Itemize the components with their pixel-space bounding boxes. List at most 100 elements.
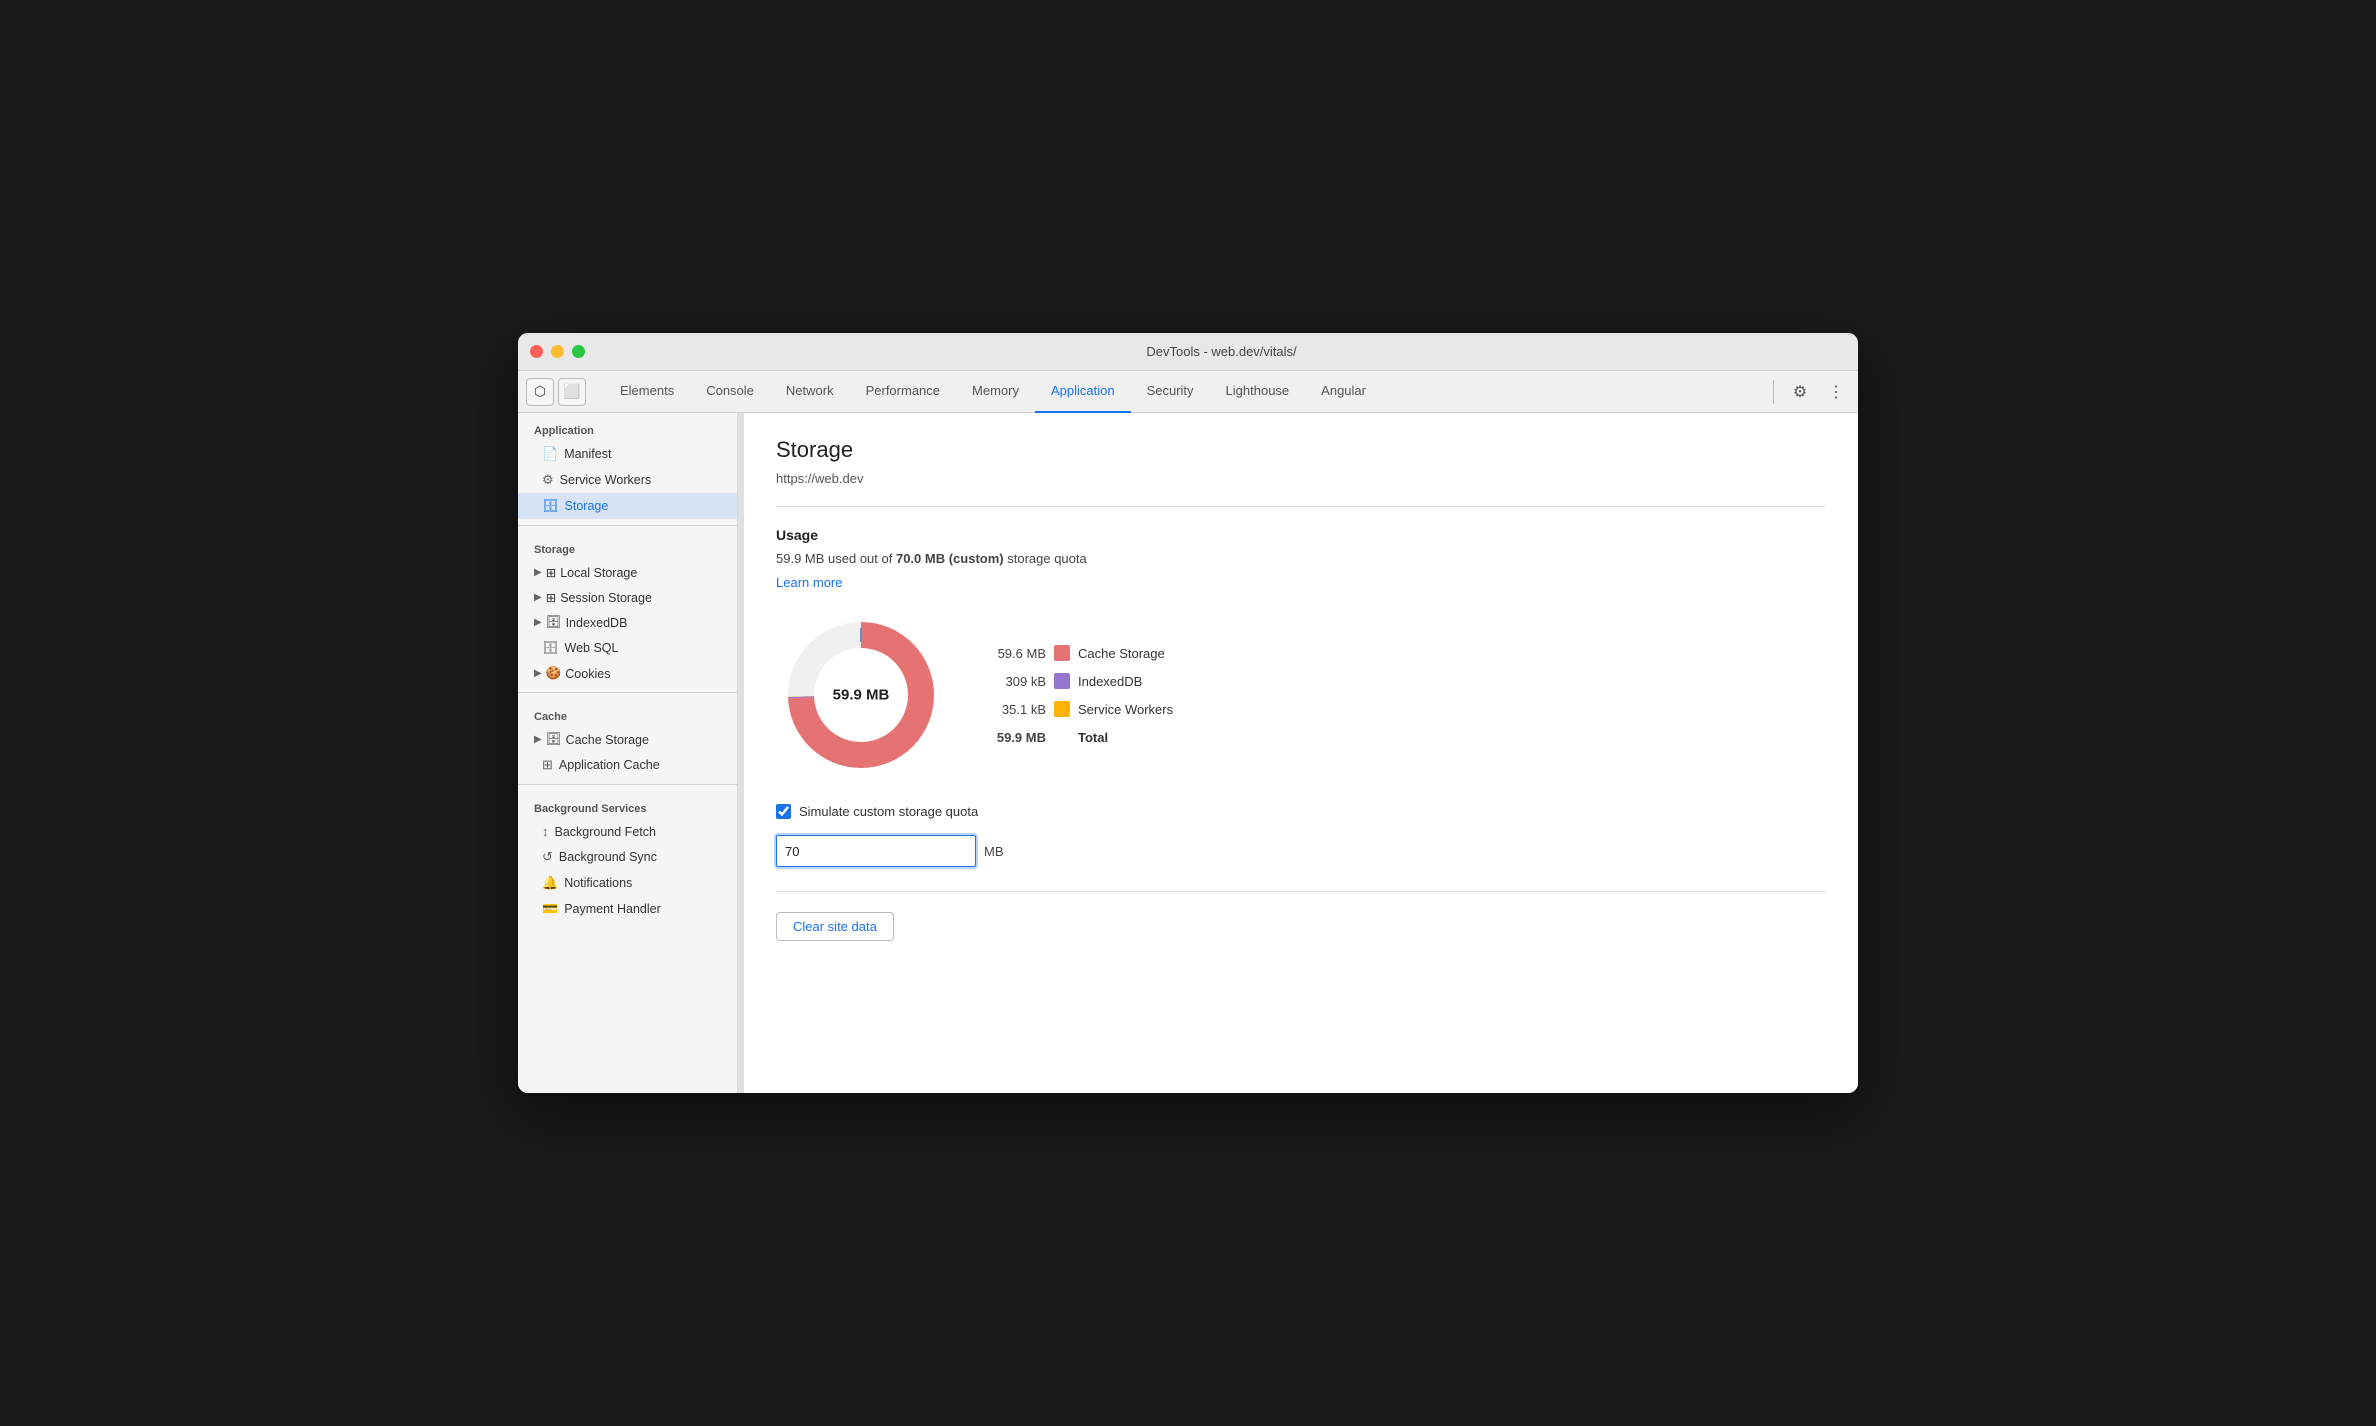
sidebar-divider-1 [518,525,737,526]
sidebar-item-web-sql[interactable]: 🗄 Web SQL [518,635,737,661]
expand-arrow-icon: ▶ [534,617,542,628]
inspect-icon[interactable]: ⬜ [558,378,586,406]
section-divider-1 [776,506,1826,507]
tab-elements[interactable]: Elements [604,371,690,413]
sidebar-item-manifest[interactable]: 📄 Manifest [518,441,737,467]
sidebar-item-session-storage[interactable]: ▶ ⊞ Session Storage [518,585,737,610]
toolbar-icons: ⬡ ⬜ [526,378,586,406]
cursor-icon[interactable]: ⬡ [526,378,554,406]
service-workers-icon: ⚙ [542,472,554,488]
sidebar-item-bg-sync[interactable]: ↺ Background Sync [518,844,737,870]
sidebar-item-indexeddb[interactable]: ▶ 🗄 IndexedDB [518,610,737,635]
sidebar-item-label: Background Fetch [555,825,656,839]
usage-text-before: 59.9 MB used out of [776,551,896,566]
learn-more-link[interactable]: Learn more [776,575,842,590]
sidebar-item-label: Web SQL [565,641,619,655]
usage-text-after: storage quota [1004,551,1087,566]
cache-storage-icon: 🗄 [546,732,562,747]
tab-memory[interactable]: Memory [956,371,1035,413]
sidebar-item-cache-storage[interactable]: ▶ 🗄 Cache Storage [518,727,737,752]
legend-sw-value: 35.1 kB [986,702,1046,717]
sidebar-section-application: Application [518,413,737,441]
usage-text: 59.9 MB used out of 70.0 MB (custom) sto… [776,551,1826,566]
legend-total-value: 59.9 MB [986,730,1046,745]
maximize-button[interactable] [572,345,585,358]
simulate-quota-checkbox[interactable] [776,804,791,819]
tab-performance[interactable]: Performance [850,371,956,413]
donut-label: 59.9 MB [833,687,890,704]
sidebar-item-label: Payment Handler [564,902,661,916]
toolbar-divider [1773,380,1774,404]
cookies-icon: 🍪 [546,666,562,681]
expand-arrow-icon: ▶ [534,668,542,679]
sidebar-section-bg-services: Background Services [518,791,737,819]
legend-item-sw: 35.1 kB Service Workers [986,701,1173,717]
sidebar-item-label: Notifications [564,876,632,890]
sidebar-item-label: IndexedDB [566,616,628,630]
sidebar-item-label: Local Storage [560,566,637,580]
app-cache-icon: ⊞ [542,757,553,773]
local-storage-icon: ⊞ [546,565,556,580]
donut-chart: 59.9 MB [776,610,946,780]
legend-indexeddb-value: 309 kB [986,674,1046,689]
expand-arrow-icon: ▶ [534,734,542,745]
sidebar-item-label: Session Storage [560,591,652,605]
expand-arrow-icon: ▶ [534,567,542,578]
legend-cache-name: Cache Storage [1078,646,1165,661]
section-divider-2 [776,891,1826,892]
quota-input-area: MB [776,835,1826,867]
quota-unit: MB [984,844,1004,859]
tab-lighthouse[interactable]: Lighthouse [1210,371,1306,413]
storage-icon: 🗄 [542,498,559,514]
sidebar: Application 📄 Manifest ⚙ Service Workers… [518,413,738,1093]
more-icon[interactable]: ⋮ [1822,378,1850,406]
bg-sync-icon: ↺ [542,849,553,865]
sidebar-section-cache: Cache [518,699,737,727]
payment-handler-icon: 💳 [542,901,558,917]
sidebar-item-storage[interactable]: 🗄 Storage [518,493,737,519]
legend-item-total: 59.9 MB Total [986,729,1173,745]
sidebar-item-bg-fetch[interactable]: ↕ Background Fetch [518,819,737,844]
chart-area: 59.9 MB 59.6 MB Cache Storage 309 kB Ind… [776,610,1826,780]
legend-cache-value: 59.6 MB [986,646,1046,661]
sidebar-item-payment-handler[interactable]: 💳 Payment Handler [518,896,737,922]
simulate-quota-label[interactable]: Simulate custom storage quota [799,804,978,819]
toolbar-right: ⚙ ⋮ [1769,378,1850,406]
legend-item-cache: 59.6 MB Cache Storage [986,645,1173,661]
settings-icon[interactable]: ⚙ [1786,378,1814,406]
sidebar-item-label: Cache Storage [566,733,649,747]
legend-item-indexeddb: 309 kB IndexedDB [986,673,1173,689]
close-button[interactable] [530,345,543,358]
traffic-lights [530,345,585,358]
usage-bold: 70.0 MB (custom) [896,551,1004,566]
tab-security[interactable]: Security [1131,371,1210,413]
legend-indexeddb-color [1054,673,1070,689]
tab-network[interactable]: Network [770,371,850,413]
chart-legend: 59.6 MB Cache Storage 309 kB IndexedDB 3… [986,645,1173,745]
tab-application[interactable]: Application [1035,371,1131,413]
sidebar-item-service-workers[interactable]: ⚙ Service Workers [518,467,737,493]
legend-total-spacer [1054,729,1070,745]
sidebar-item-label: Background Sync [559,850,657,864]
tab-angular[interactable]: Angular [1305,371,1382,413]
page-title: Storage [776,437,1826,463]
tab-bar: Elements Console Network Performance Mem… [604,371,1767,413]
legend-cache-color [1054,645,1070,661]
sidebar-item-label: Storage [565,499,609,513]
sidebar-item-notifications[interactable]: 🔔 Notifications [518,870,737,896]
sidebar-item-label: Service Workers [560,473,651,487]
sidebar-divider-2 [518,692,737,693]
sidebar-item-local-storage[interactable]: ▶ ⊞ Local Storage [518,560,737,585]
toolbar: ⬡ ⬜ Elements Console Network Performance… [518,371,1858,413]
sidebar-item-cookies[interactable]: ▶ 🍪 Cookies [518,661,737,686]
sidebar-item-app-cache[interactable]: ⊞ Application Cache [518,752,737,778]
legend-sw-color [1054,701,1070,717]
bg-fetch-icon: ↕ [542,824,549,839]
clear-site-data-button[interactable]: Clear site data [776,912,894,941]
indexeddb-icon: 🗄 [546,615,562,630]
tab-console[interactable]: Console [690,371,770,413]
expand-arrow-icon: ▶ [534,592,542,603]
main-area: Application 📄 Manifest ⚙ Service Workers… [518,413,1858,1093]
minimize-button[interactable] [551,345,564,358]
quota-input[interactable] [776,835,976,867]
